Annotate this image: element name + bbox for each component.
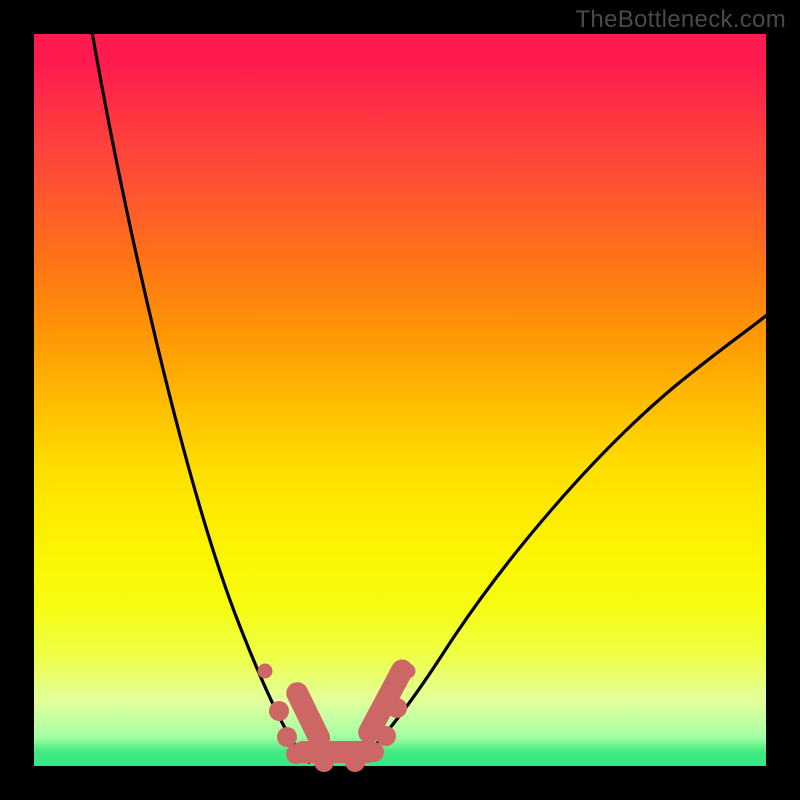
watermark-text: TheBottleneck.com — [575, 6, 786, 34]
plot-background-gradient — [34, 34, 766, 766]
chart-frame: TheBottleneck.com — [0, 0, 800, 800]
